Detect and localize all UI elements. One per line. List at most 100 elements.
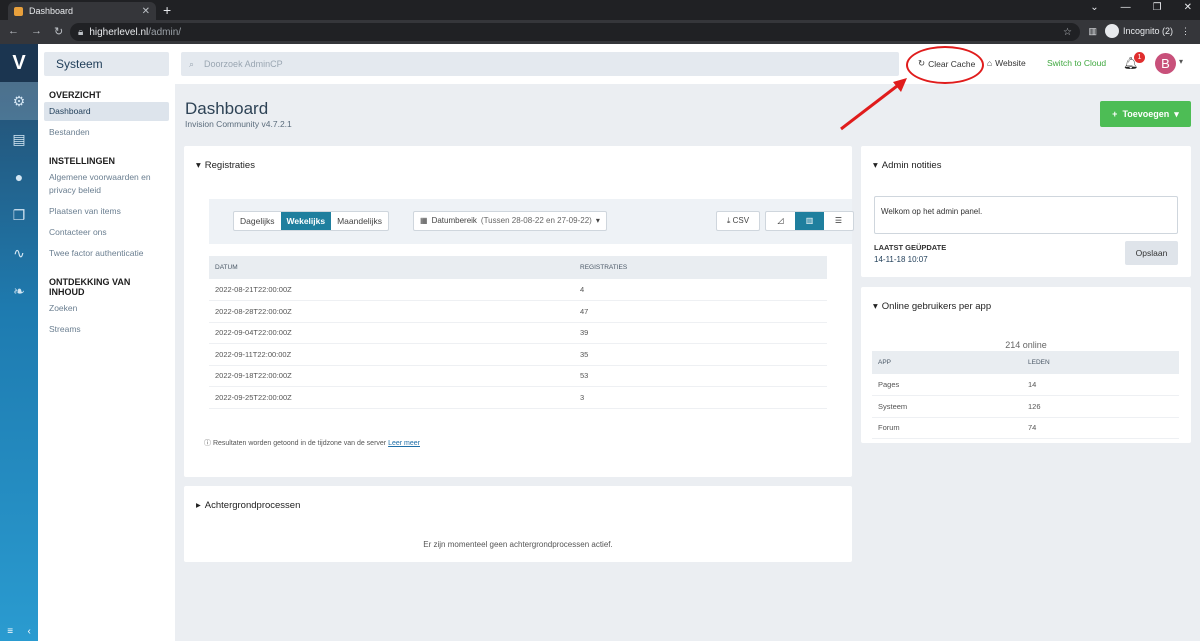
tab-search-icon[interactable]: ⌄ (1090, 2, 1098, 13)
registraties-panel: ▾ Registraties Dagelijks Wekelijks Maand… (184, 146, 854, 477)
url-field[interactable]: 🔒︎ higherlevel.nl/admin/ ☆ (70, 23, 1080, 41)
sidebar-item-streams[interactable]: Streams (44, 320, 169, 339)
notification-badge: 1 (1134, 52, 1145, 63)
download-icon: ⤓ (726, 216, 731, 225)
incognito-profile[interactable]: Incognito (2) (1104, 24, 1173, 38)
section-overzicht: OVERZICHT (49, 90, 102, 100)
sidebar-item-2fa[interactable]: Twee factor authenticatie (44, 244, 169, 263)
window-controls: ⌄ — ❐ ✕ (1090, 2, 1192, 13)
csv-button[interactable]: ⤓ CSV (716, 211, 760, 231)
app-name[interactable]: Systeem (44, 52, 169, 76)
table-row: Systeem 126 (872, 395, 1179, 418)
chrome-profile-area: ▥ Incognito (2) ⋮ (1088, 24, 1190, 38)
sidebar-item-zoeken[interactable]: Zoeken (44, 299, 169, 318)
browser-tab[interactable]: Dashboard ✕ (8, 2, 156, 20)
annotation-arrow-icon (840, 78, 907, 131)
tab-maandelijks[interactable]: Maandelijks (331, 212, 388, 230)
caret-down-icon: ▾ (196, 160, 201, 171)
col-leden: LEDEN (1022, 351, 1179, 374)
forward-icon[interactable]: → (31, 25, 42, 38)
registraties-title[interactable]: ▾ Registraties (196, 160, 255, 171)
empty-message: Er zijn momenteel geen achtergrondproces… (423, 540, 613, 549)
plus-icon: + (1112, 109, 1118, 119)
search-icon: ⌕ (189, 58, 195, 69)
url-path: /admin/ (148, 26, 182, 38)
switch-cloud-link[interactable]: Switch to Cloud (1047, 58, 1106, 68)
sidebar-item-contact[interactable]: Contacteer ons (44, 223, 169, 242)
favicon-icon (14, 6, 23, 16)
col-datum[interactable]: DATUM (209, 256, 574, 279)
side-panel-icon[interactable]: ▥ (1088, 26, 1097, 37)
avatar[interactable]: B (1155, 53, 1176, 74)
collapse-icon[interactable]: ‹ (27, 626, 30, 637)
caret-down-icon: ▾ (595, 216, 600, 225)
date-range-button[interactable]: ▦ Datumbereik (Tussen 28-08-22 en 27-09-… (413, 211, 607, 231)
incognito-icon (1104, 24, 1119, 38)
admin-header: ⌕ Doorzoek AdminCP ↻ Clear Cache ⌂ Websi… (175, 44, 1200, 84)
rail-bottom: ≡ ‹ (0, 626, 38, 637)
app-rail: V ⚙ ▤ ● ❐ ∿ ❧ ≡ ‹ (0, 44, 38, 641)
sidebar-item-dashboard[interactable]: Dashboard (44, 102, 169, 121)
table-icon[interactable]: ☰ (824, 212, 853, 230)
browser-tab-bar: Dashboard ✕ + ⌄ — ❐ ✕ (0, 0, 1200, 20)
add-button[interactable]: + Toevoegen ▾ (1100, 101, 1191, 127)
close-tab-icon[interactable]: ✕ (142, 6, 150, 17)
close-window-icon[interactable]: ✕ (1184, 2, 1192, 13)
table-row: Pages 14 (872, 374, 1179, 396)
tab-dagelijks[interactable]: Dagelijks (234, 212, 281, 230)
bar-chart-icon[interactable]: ▥ (795, 212, 824, 230)
achtergrond-title[interactable]: ▸ Achtergrondprocessen (196, 500, 300, 511)
bookmark-star-icon[interactable]: ☆ (1063, 27, 1072, 38)
minimize-icon[interactable]: — (1121, 2, 1131, 13)
table-row: 2022-09-25T22:00:00Z 3 (209, 386, 827, 409)
rail-user-icon[interactable]: ● (0, 158, 38, 196)
website-link[interactable]: ⌂ Website (987, 58, 1026, 68)
col-app: APP (872, 351, 1022, 374)
info-icon: ⓘ (204, 440, 211, 447)
caret-down-icon: ▾ (873, 301, 878, 312)
calendar-icon: ▦ (420, 216, 428, 225)
annotation-ring (906, 46, 984, 84)
notes-textarea[interactable]: Welkom op het admin panel. (874, 196, 1178, 234)
rail-settings-icon[interactable]: ⚙ (0, 82, 38, 120)
chevron-down-icon[interactable]: ▾ (1179, 57, 1183, 66)
search-input[interactable]: ⌕ Doorzoek AdminCP (181, 52, 899, 76)
address-bar-row: ← → ↻ 🔒︎ higherlevel.nl/admin/ ☆ ▥ Incog… (0, 20, 1200, 44)
save-button[interactable]: Opslaan (1125, 241, 1178, 265)
sidebar-item-plaatsen[interactable]: Plaatsen van items (44, 202, 169, 221)
online-users-panel: ▾ Online gebruikers per app 214 online A… (861, 287, 1191, 443)
table-row: 2022-09-04T22:00:00Z 39 (209, 322, 827, 344)
rail-leaf-icon[interactable]: ❧ (0, 272, 38, 310)
search-placeholder: Doorzoek AdminCP (204, 59, 283, 69)
profile-label: Incognito (2) (1122, 26, 1173, 36)
back-icon[interactable]: ← (8, 25, 19, 38)
hamburger-icon[interactable]: ≡ (7, 626, 13, 637)
tab-wekelijks[interactable]: Wekelijks (280, 212, 332, 230)
restore-icon[interactable]: ❐ (1153, 2, 1162, 13)
online-users-title[interactable]: ▾ Online gebruikers per app (873, 301, 991, 312)
chart-type-switch: ◿ ▥ ☰ (765, 211, 854, 231)
url-host: higherlevel.nl (89, 26, 149, 38)
logo-icon[interactable]: V (0, 44, 38, 82)
sidebar-item-voorwaarden[interactable]: Algemene voorwaarden en privacy beleid (44, 168, 169, 200)
col-registraties[interactable]: REGISTRATIES (574, 256, 827, 279)
learn-more-link[interactable]: Leer meer (388, 440, 420, 447)
online-users-table: APP LEDEN Pages 14 Systeem 126 Forum 74 (872, 351, 1179, 439)
new-tab-icon[interactable]: + (163, 2, 171, 18)
section-instellingen: INSTELLINGEN (49, 156, 116, 166)
tab-title: Dashboard (29, 6, 74, 16)
section-ontdekking: ONTDEKKING VAN INHOUD (49, 277, 131, 297)
reload-icon[interactable]: ↻ (54, 25, 63, 38)
sidebar-item-bestanden[interactable]: Bestanden (44, 123, 169, 142)
registraties-table: DATUM REGISTRATIES 2022-08-21T22:00:00Z 4… (209, 256, 827, 409)
nav-buttons: ← → ↻ (8, 25, 63, 38)
area-chart-icon[interactable]: ◿ (766, 212, 795, 230)
admin-notities-title[interactable]: ▾ Admin notities (873, 160, 941, 171)
rail-document-icon[interactable]: ▤ (0, 120, 38, 158)
rail-copy-icon[interactable]: ❐ (0, 196, 38, 234)
last-updated-label: LAATST GEÜPDATE (874, 243, 947, 252)
timezone-note: ⓘ Resultaten worden getoond in de tijdzo… (204, 440, 420, 447)
menu-icon[interactable]: ⋮ (1181, 26, 1190, 37)
rail-chart-icon[interactable]: ∿ (0, 234, 38, 272)
add-button-label: Toevoegen (1122, 109, 1170, 119)
